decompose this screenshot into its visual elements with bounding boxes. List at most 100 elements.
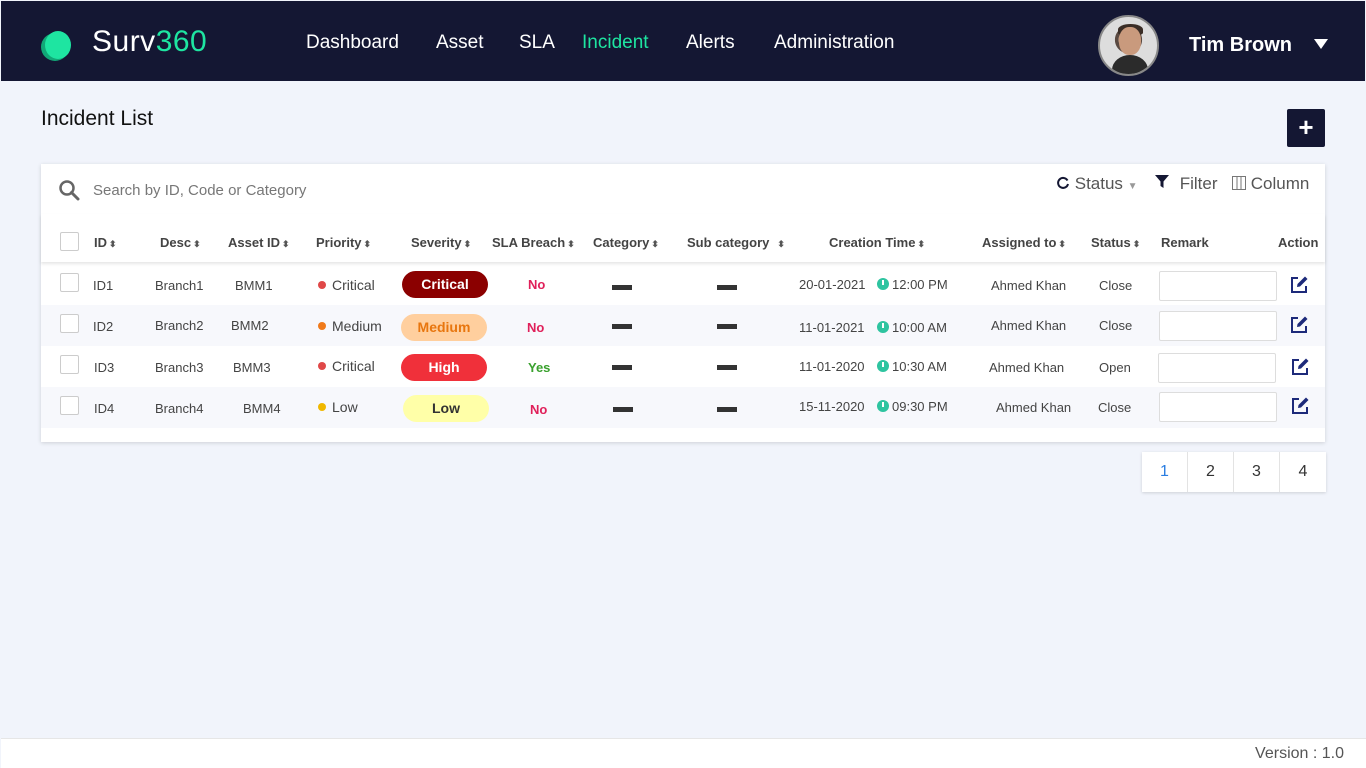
cell-sla-breach: No (527, 320, 545, 335)
col-remark: Remark (1161, 235, 1209, 250)
cell-assigned-to: Ahmed Khan (991, 278, 1067, 293)
brand-logo[interactable]: Surv360 (92, 25, 207, 59)
col-assigned-to[interactable]: Assigned to ⬍ (982, 235, 1066, 250)
col-status[interactable]: Status ⬍ (1091, 235, 1140, 250)
col-priority[interactable]: Priority ⬍ (316, 235, 371, 250)
row-checkbox[interactable] (60, 396, 79, 415)
col-creation-time[interactable]: Creation Time ⬍ (829, 235, 925, 250)
cell-category-empty (613, 407, 633, 412)
cell-creation-time: 10:00 AM (877, 320, 947, 335)
row-checkbox[interactable] (60, 355, 79, 374)
clock-icon (877, 321, 889, 333)
cell-subcategory-empty (717, 407, 737, 412)
cell-asset-id: BMM2 (231, 318, 269, 333)
sort-icon: ⬍ (1058, 239, 1066, 249)
cell-priority: Medium (318, 318, 382, 334)
col-asset-id[interactable]: Asset ID ⬍ (228, 235, 290, 250)
columns-icon (1232, 176, 1246, 190)
sort-icon: ⬍ (567, 239, 575, 249)
cell-id: ID1 (93, 278, 114, 293)
user-name[interactable]: Tim Brown (1189, 34, 1292, 57)
severity-badge: Critical (402, 271, 488, 298)
cell-status: Close (1098, 400, 1132, 415)
nav-alerts[interactable]: Alerts (686, 32, 735, 54)
sort-icon: ⬍ (1132, 239, 1141, 249)
edit-icon[interactable] (1290, 357, 1310, 377)
sort-icon: ⬍ (193, 239, 201, 249)
cell-priority: Critical (318, 277, 375, 293)
cell-assigned-to: Ahmed Khan (996, 400, 1072, 415)
page-4-button[interactable]: 4 (1280, 452, 1326, 492)
caret-down-icon: ▼ (1127, 181, 1138, 192)
filter-icon (1155, 175, 1169, 188)
col-id[interactable]: ID ⬍ (94, 235, 117, 250)
version-text: Version : 1.0 (1255, 745, 1344, 762)
cell-desc: Branch2 (155, 318, 204, 333)
sort-icon: ⬍ (463, 239, 472, 249)
add-incident-button[interactable]: + (1287, 109, 1325, 147)
table-row: ID4 Branch4 BMM4 Low Low No 15-11-2020 0… (41, 387, 1325, 428)
page-3-button[interactable]: 3 (1234, 452, 1280, 492)
table-header: ID ⬍ Desc ⬍ Asset ID ⬍ Priority ⬍ Severity ⬍ … (41, 214, 1325, 262)
cell-desc: Branch1 (155, 278, 204, 293)
cell-category-empty (612, 324, 632, 329)
sort-icon: ⬍ (363, 239, 372, 249)
edit-icon[interactable] (1290, 396, 1310, 416)
cell-subcategory-empty (717, 285, 737, 290)
cell-priority: Low (318, 399, 358, 415)
chevron-down-icon[interactable] (1314, 39, 1328, 49)
remark-input[interactable] (1158, 353, 1276, 383)
remark-input[interactable] (1159, 392, 1277, 422)
nav-dashboard[interactable]: Dashboard (306, 32, 399, 54)
col-sub-category[interactable]: Sub category ⬍ (687, 235, 785, 250)
cell-category-empty (612, 285, 632, 290)
edit-icon[interactable] (1289, 315, 1309, 335)
brand-text: Surv (92, 25, 156, 58)
page-1-button[interactable]: 1 (1142, 452, 1188, 492)
status-filter-button[interactable]: Status ▼ (1056, 174, 1138, 194)
remark-input[interactable] (1159, 271, 1277, 301)
search-input[interactable]: Search by ID, Code or Category (93, 182, 306, 199)
priority-dot-icon (318, 322, 326, 330)
cell-sla-breach: No (528, 277, 546, 292)
page-title: Incident List (41, 107, 154, 130)
nav-sla[interactable]: SLA (519, 32, 555, 54)
row-checkbox[interactable] (60, 273, 79, 292)
sort-icon: ⬍ (282, 239, 290, 249)
col-action: Action (1278, 235, 1319, 250)
avatar[interactable] (1098, 15, 1159, 76)
cell-creation-time: 09:30 PM (877, 399, 948, 414)
brand-number: 360 (155, 25, 208, 58)
edit-icon[interactable] (1289, 275, 1309, 295)
cell-creation-date: 20-01-2021 (799, 277, 866, 292)
filter-label: Filter (1179, 174, 1218, 193)
nav-incident[interactable]: Incident (582, 32, 649, 54)
row-checkbox[interactable] (60, 314, 79, 333)
clock-icon (877, 278, 889, 290)
status-filter-label: Status (1074, 174, 1123, 193)
cell-creation-time: 12:00 PM (877, 277, 948, 292)
nav-administration[interactable]: Administration (774, 32, 894, 54)
cell-status: Close (1099, 278, 1133, 293)
page-2-button[interactable]: 2 (1188, 452, 1234, 492)
col-severity[interactable]: Severity ⬍ (411, 235, 471, 250)
cell-asset-id: BMM4 (243, 401, 281, 416)
nav-asset[interactable]: Asset (436, 32, 484, 54)
sort-icon: ⬍ (777, 239, 785, 249)
filter-button[interactable]: Filter (1155, 174, 1218, 194)
cell-sla-breach: No (530, 402, 548, 417)
sort-icon: ⬍ (651, 239, 659, 249)
table-row: ID1 Branch1 BMM1 Critical Critical No 20… (41, 264, 1325, 305)
column-button[interactable]: Column (1232, 174, 1309, 194)
cell-asset-id: BMM3 (233, 360, 271, 375)
logo-icon (41, 31, 71, 61)
severity-badge: High (401, 354, 487, 381)
select-all-checkbox[interactable] (60, 232, 79, 251)
remark-input[interactable] (1159, 311, 1277, 341)
col-sla-breach[interactable]: SLA Breach ⬍ (492, 235, 575, 250)
cell-creation-time: 10:30 AM (877, 359, 947, 374)
cell-assigned-to: Ahmed Khan (991, 318, 1067, 333)
col-category[interactable]: Category ⬍ (593, 235, 659, 250)
col-desc[interactable]: Desc ⬍ (160, 235, 201, 250)
priority-dot-icon (318, 281, 326, 289)
